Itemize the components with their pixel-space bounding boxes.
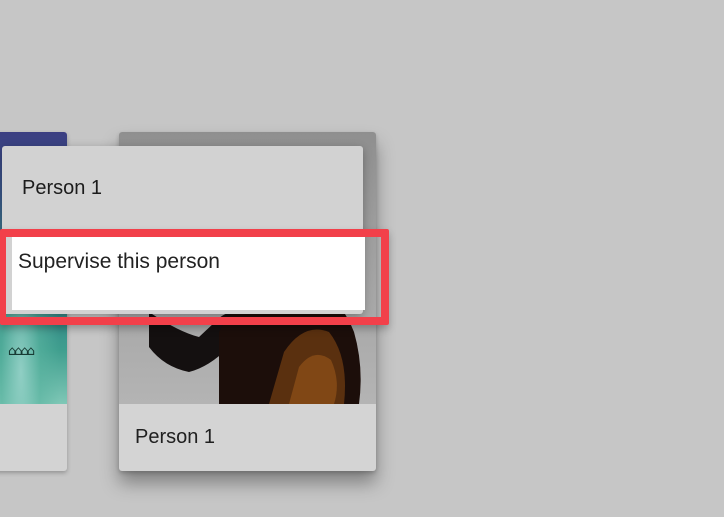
menu-item-label: Supervise this person [18,250,220,273]
menu-header: Person 1 [22,177,103,199]
profile-name: Person 1 [135,426,216,448]
context-menu: Person 1 Supervise this person [2,146,365,314]
picture-decoration: ⌂⌂⌂⌂ [8,344,35,359]
menu-item-supervise[interactable]: Supervise this person [12,236,365,310]
